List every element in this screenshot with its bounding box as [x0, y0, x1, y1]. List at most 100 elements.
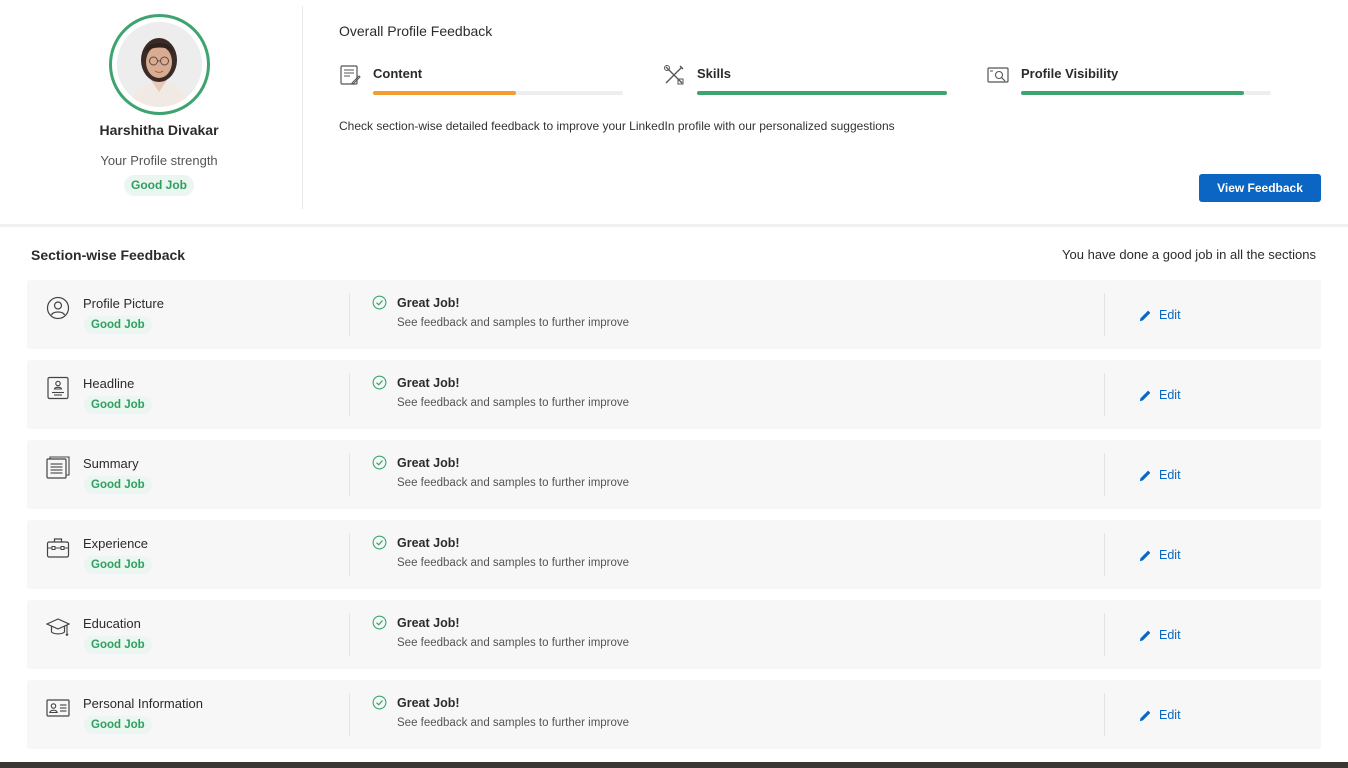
section-name: Experience: [83, 536, 149, 551]
edit-button[interactable]: Edit: [1139, 466, 1181, 484]
feedback-description: See feedback and samples to further impr…: [397, 717, 630, 729]
section-wise-summary: You have done a good job in all the sect…: [1062, 247, 1316, 262]
feedback-status: Great Job!: [397, 616, 460, 630]
edit-button[interactable]: Edit: [1139, 626, 1181, 644]
feedback-description: See feedback and samples to further impr…: [397, 397, 630, 409]
view-feedback-button[interactable]: View Feedback: [1199, 174, 1321, 202]
education-icon: [46, 618, 70, 636]
check-circle-icon: [372, 535, 387, 550]
headline-icon: [47, 376, 69, 400]
feedback-description: See feedback and samples to further impr…: [397, 557, 630, 569]
section-name: Summary: [83, 456, 139, 471]
personal-information-icon: [46, 699, 70, 717]
feedback-status: Great Job!: [397, 536, 460, 550]
row-divider: [1104, 693, 1105, 736]
section-divider: [0, 224, 1348, 227]
content-icon: [340, 65, 361, 85]
section-name: Personal Information: [83, 696, 203, 711]
metric-track: [1021, 91, 1271, 95]
check-circle-icon: [372, 615, 387, 630]
metric-label: Content: [373, 66, 423, 81]
feedback-description: See feedback and samples to further impr…: [397, 317, 630, 329]
section-row-experience: Experience Good Job Great Job! See feedb…: [27, 520, 1321, 589]
overall-feedback-description: Check section-wise detailed feedback to …: [339, 119, 895, 133]
row-divider: [349, 293, 350, 336]
section-feedback-list: Profile Picture Good Job Great Job! See …: [27, 280, 1321, 760]
section-name: Profile Picture: [83, 296, 164, 311]
check-circle-icon: [372, 695, 387, 710]
edit-button[interactable]: Edit: [1139, 546, 1181, 564]
row-divider: [1104, 293, 1105, 336]
section-status-badge: Good Job: [84, 556, 152, 574]
experience-icon: [46, 538, 70, 558]
check-circle-icon: [372, 375, 387, 390]
edit-label: Edit: [1159, 628, 1181, 642]
profile-name: Harshitha Divakar: [99, 122, 219, 138]
metric-profile-visibility: Profile Visibility: [987, 63, 1277, 103]
section-status-badge: Good Job: [84, 716, 152, 734]
section-status-badge: Good Job: [84, 476, 152, 494]
section-status-badge: Good Job: [84, 316, 152, 334]
profile-visibility-icon: [987, 67, 1009, 83]
feedback-status: Great Job!: [397, 296, 460, 310]
row-divider: [349, 613, 350, 656]
metric-fill: [373, 91, 516, 95]
section-wise-title: Section-wise Feedback: [31, 247, 186, 263]
section-row-profile-picture: Profile Picture Good Job Great Job! See …: [27, 280, 1321, 349]
section-status-badge: Good Job: [84, 396, 152, 414]
pencil-icon: [1139, 710, 1151, 721]
pencil-icon: [1139, 390, 1151, 401]
overall-feedback-panel: Harshitha Divakar Your Profile strength …: [0, 0, 1348, 224]
section-row-headline: Headline Good Job Great Job! See feedbac…: [27, 360, 1321, 429]
feedback-status: Great Job!: [397, 456, 460, 470]
edit-button[interactable]: Edit: [1139, 706, 1181, 724]
edit-label: Edit: [1159, 308, 1181, 322]
metric-label: Profile Visibility: [1021, 66, 1119, 81]
profile-strength-label: Your Profile strength: [100, 153, 218, 168]
pencil-icon: [1139, 630, 1151, 641]
row-divider: [1104, 373, 1105, 416]
check-circle-icon: [372, 295, 387, 310]
metric-skills: Skills: [663, 63, 953, 103]
edit-label: Edit: [1159, 468, 1181, 482]
profile-strength-badge: Good Job: [124, 175, 194, 196]
edit-label: Edit: [1159, 388, 1181, 402]
pencil-icon: [1139, 470, 1151, 481]
section-name: Education: [83, 616, 141, 631]
metric-fill: [1021, 91, 1244, 95]
edit-label: Edit: [1159, 548, 1181, 562]
row-divider: [349, 533, 350, 576]
edit-label: Edit: [1159, 708, 1181, 722]
row-divider: [349, 453, 350, 496]
section-status-badge: Good Job: [84, 636, 152, 654]
feedback-description: See feedback and samples to further impr…: [397, 637, 630, 649]
overall-feedback-title: Overall Profile Feedback: [339, 23, 493, 39]
skills-icon: [664, 65, 684, 85]
section-row-education: Education Good Job Great Job! See feedba…: [27, 600, 1321, 669]
row-divider: [1104, 453, 1105, 496]
summary-icon: [46, 456, 70, 479]
pencil-icon: [1139, 550, 1151, 561]
row-divider: [1104, 533, 1105, 576]
avatar-image: [117, 22, 202, 107]
row-divider: [349, 373, 350, 416]
metric-content: Content: [339, 63, 629, 103]
metric-track: [373, 91, 623, 95]
check-circle-icon: [372, 455, 387, 470]
edit-button[interactable]: Edit: [1139, 386, 1181, 404]
bottom-edge-bar: [0, 762, 1348, 768]
feedback-description: See feedback and samples to further impr…: [397, 477, 630, 489]
section-row-personal-information: Personal Information Good Job Great Job!…: [27, 680, 1321, 749]
feedback-status: Great Job!: [397, 376, 460, 390]
pencil-icon: [1139, 310, 1151, 321]
edit-button[interactable]: Edit: [1139, 306, 1181, 324]
feedback-status: Great Job!: [397, 696, 460, 710]
avatar-progress-ring: [109, 14, 210, 115]
metric-track: [697, 91, 947, 95]
row-divider: [349, 693, 350, 736]
metric-fill: [697, 91, 947, 95]
metric-label: Skills: [697, 66, 731, 81]
profile-picture-icon: [46, 296, 70, 320]
row-divider: [1104, 613, 1105, 656]
section-row-summary: Summary Good Job Great Job! See feedback…: [27, 440, 1321, 509]
